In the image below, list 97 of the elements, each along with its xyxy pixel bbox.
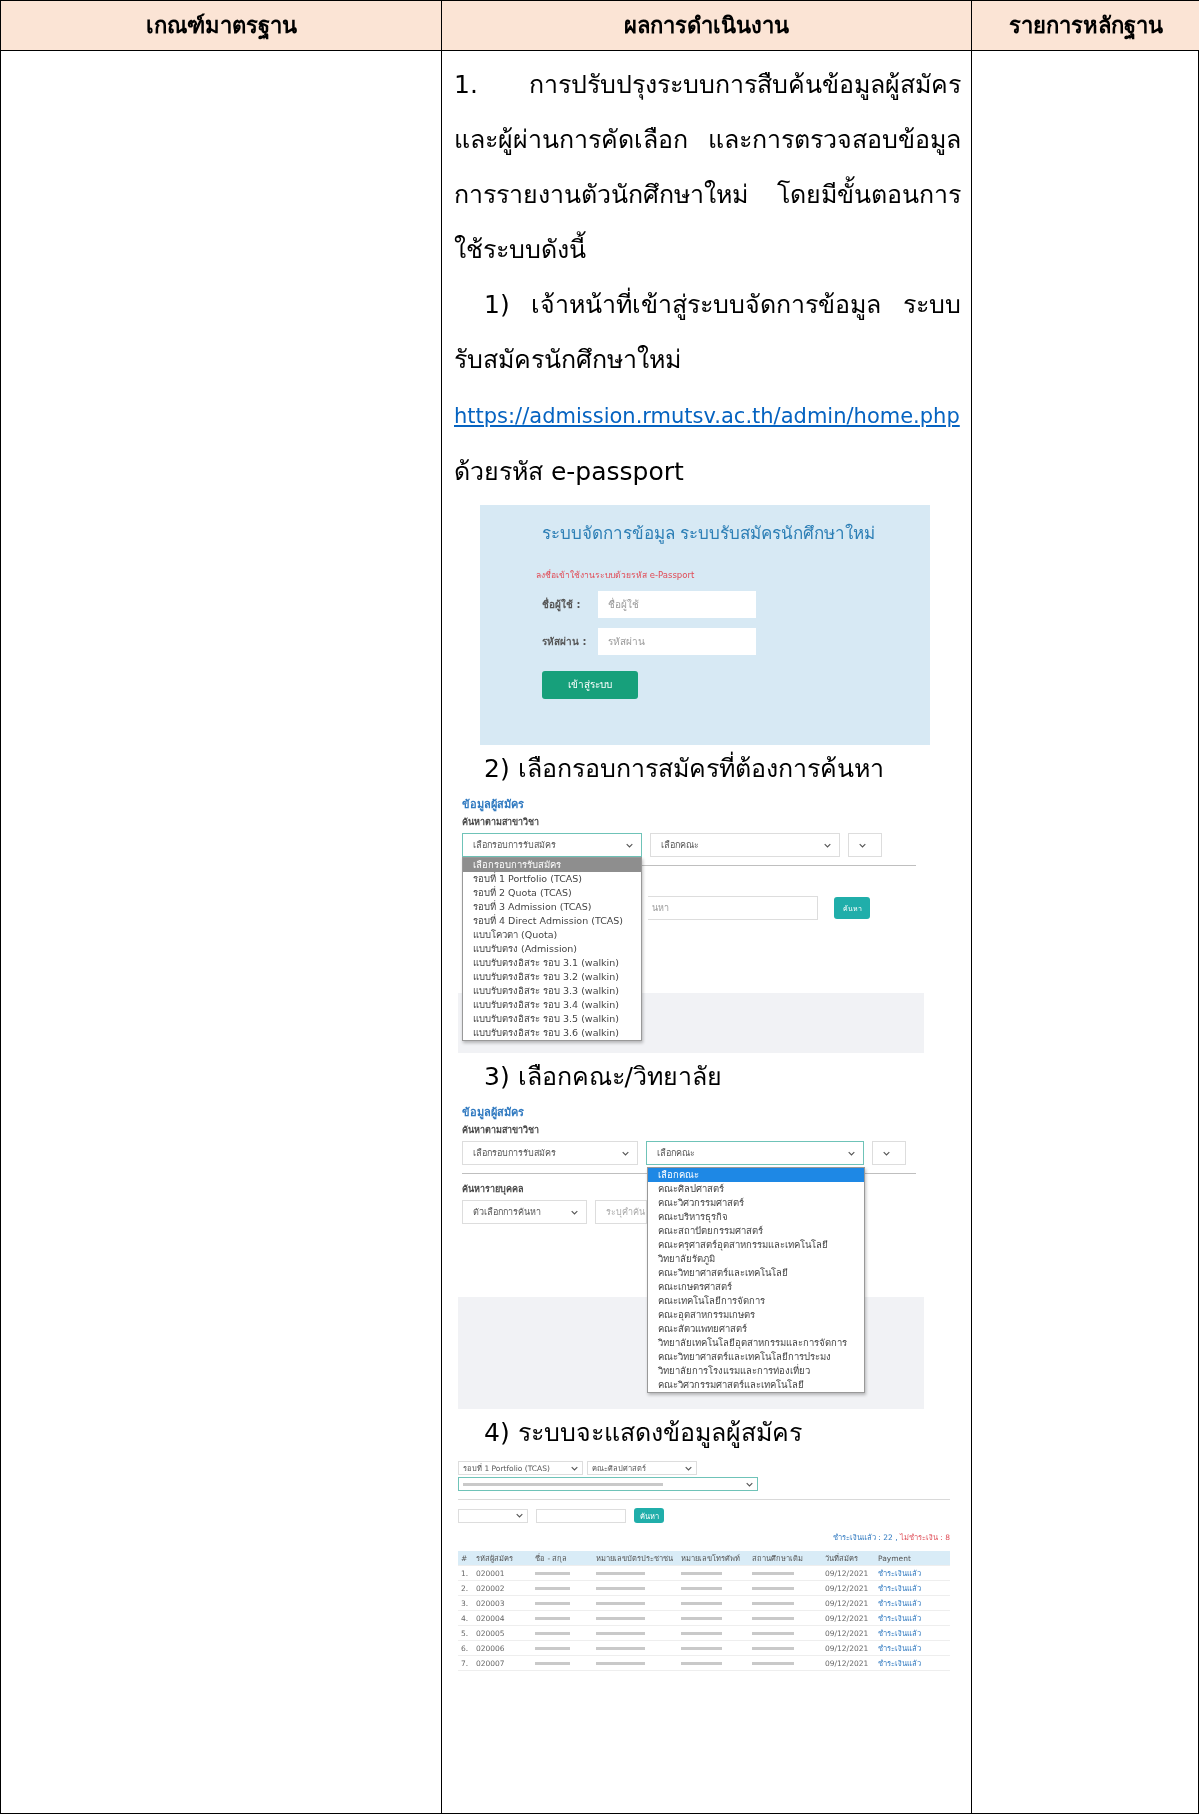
dropdown-option[interactable]: คณะศิลปศาสตร์ xyxy=(648,1182,864,1196)
illegible-text xyxy=(596,1616,646,1620)
illegible-text xyxy=(681,1586,722,1590)
illegible-text xyxy=(535,1586,570,1590)
illegible-text xyxy=(596,1646,646,1650)
select-field[interactable] xyxy=(872,1141,906,1165)
field-label: ชื่อผู้ใช้ : xyxy=(542,597,582,612)
section-subheading: ค้นหาตามสาขาวิชา xyxy=(462,816,539,829)
field-label: รหัสผ่าน : xyxy=(542,634,588,649)
dropdown-option[interactable]: คณะครุศาสตร์อุตสาหกรรมและเทคโนโลยี xyxy=(648,1238,864,1252)
illegible-text xyxy=(681,1571,722,1575)
dropdown-option[interactable]: คณะเทคโนโลยีการจัดการ xyxy=(648,1294,864,1308)
dropdown-option[interactable]: คณะอุตสาหกรรมเกษตร xyxy=(648,1308,864,1322)
select-field[interactable] xyxy=(848,833,882,857)
dropdown-option[interactable]: วิทยาลัยเทคโนโลยีอุตสาหกรรมและการจัดการ xyxy=(648,1336,864,1350)
illegible-text xyxy=(596,1571,646,1575)
dropdown-option[interactable]: รอบที่ 4 Direct Admission (TCAS) xyxy=(463,914,641,928)
dropdown-option[interactable]: วิทยาลัยรัตภูมิ xyxy=(648,1252,864,1266)
section-heading: ข้อมูลผู้สมัคร xyxy=(462,797,524,813)
select-field[interactable] xyxy=(458,1508,528,1523)
illegible-text xyxy=(752,1661,794,1665)
illegible-text xyxy=(596,1586,646,1590)
dropdown-option[interactable]: คณะวิทยาศาสตร์และเทคโนโลยีการประมง xyxy=(648,1350,864,1364)
illegible-text xyxy=(681,1661,722,1665)
illegible-text xyxy=(535,1631,570,1635)
chevron-icon xyxy=(883,1150,890,1156)
illegible-text xyxy=(535,1601,570,1605)
dropdown-option[interactable]: คณะวิทยาศาสตร์และเทคโนโลยี xyxy=(648,1266,864,1280)
dropdown-option[interactable]: คณะเกษตรศาสตร์ xyxy=(648,1280,864,1294)
illegible-text xyxy=(681,1601,722,1605)
chevron-icon xyxy=(824,842,831,848)
illegible-text xyxy=(752,1586,794,1590)
dropdown-option[interactable]: แบบรับตรงอิสระ รอบ 3.2 (walkin) xyxy=(463,970,641,984)
select-field[interactable]: เลือกคณะ xyxy=(650,833,840,857)
dropdown-option[interactable]: คณะบริหารธุรกิจ xyxy=(648,1210,864,1224)
illegible-text xyxy=(752,1601,794,1605)
illegible-text xyxy=(681,1646,722,1650)
select-field[interactable] xyxy=(458,1477,758,1491)
dropdown-option[interactable]: คณะวิศวกรรมศาสตร์ xyxy=(648,1196,864,1210)
notice-text: ลงชื่อเข้าใช้งานระบบด้วยรหัส e-Passport xyxy=(536,569,696,581)
column-header: รายการหลักฐาน xyxy=(972,1,1199,51)
illegible-text xyxy=(752,1646,794,1650)
dropdown-option[interactable]: รอบที่ 3 Admission (TCAS) xyxy=(463,900,641,914)
select-field[interactable]: เลือกรอบการรับสมัคร xyxy=(462,1141,638,1165)
step-text: 3) เลือกคณะ/วิทยาลัย xyxy=(483,1061,724,1093)
chevron-icon xyxy=(622,1150,629,1156)
dropdown-option[interactable]: คณะวิศวกรรมศาสตร์และเทคโนโลยี xyxy=(648,1378,864,1392)
illegible-text xyxy=(752,1616,794,1620)
dropdown-option[interactable]: แบบรับตรงอิสระ รอบ 3.1 (walkin) xyxy=(463,956,641,970)
illegible-text xyxy=(535,1571,570,1575)
input-field[interactable]: ชื่อผู้ใช้ xyxy=(598,591,756,618)
step-text: 2) เลือกรอบการสมัครที่ต้องการค้นหา xyxy=(454,749,961,789)
dropdown-option[interactable]: แบบรับตรง (Admission) xyxy=(463,942,641,956)
dropdown-option[interactable]: คณะสัตวแพทยศาสตร์ xyxy=(648,1322,864,1336)
illegible-text xyxy=(752,1571,794,1575)
chevron-icon xyxy=(859,842,866,848)
chevron-icon xyxy=(746,1481,753,1487)
dropdown-option[interactable]: รอบที่ 2 Quota (TCAS) xyxy=(463,886,641,900)
section-heading: ข้อมูลผู้สมัคร xyxy=(462,1105,524,1121)
paragraph: 1) เจ้าหน้าที่เข้าสู่ระบบจัดการข้อมูล ระบบรับสมัครนักศึกษาใหม่ https://admission.rmutsv.ac.th/admin/home.php ด้วยรหัส e-passport xyxy=(454,277,961,499)
dropdown-option[interactable]: แบบรับตรงอิสระ รอบ 3.6 (walkin) xyxy=(463,1026,641,1040)
dropdown-option[interactable]: รอบที่ 1 Portfolio (TCAS) xyxy=(463,872,641,886)
dropdown-option[interactable]: คณะสถาปัตยกรรมศาสตร์ xyxy=(648,1224,864,1238)
chevron-icon xyxy=(516,1513,523,1518)
chevron-icon xyxy=(685,1465,692,1471)
page-title: ระบบจัดการข้อมูล ระบบรับสมัครนักศึกษาใหม่ xyxy=(542,522,877,545)
select-field[interactable]: เลือกรอบการรับสมัคร xyxy=(462,833,642,857)
dropdown-option[interactable]: แบบรับตรงอิสระ รอบ 3.3 (walkin) xyxy=(463,984,641,998)
chevron-icon xyxy=(626,842,633,848)
illegible-text xyxy=(681,1616,722,1620)
link[interactable]: https://admission.rmutsv.ac.th/admin/home.php xyxy=(454,404,960,428)
input-field[interactable]: รหัสผ่าน xyxy=(598,628,756,655)
column-header: ผลการดำเนินงาน xyxy=(442,1,972,51)
illegible-text xyxy=(596,1631,646,1635)
select-field[interactable]: ตัวเลือกการค้นหา xyxy=(462,1200,587,1224)
search-field[interactable] xyxy=(536,1508,626,1523)
illegible-text xyxy=(535,1646,570,1650)
dropdown-option[interactable]: แบบรับตรงอิสระ รอบ 3.4 (walkin) xyxy=(463,998,641,1012)
section-subheading: ค้นหาตามสาขาวิชา xyxy=(462,1124,539,1137)
dropdown-option[interactable]: แบบโควตา (Quota) xyxy=(463,928,641,942)
chevron-icon xyxy=(848,1150,855,1156)
dropdown-option[interactable]: แบบรับตรงอิสระ รอบ 3.5 (walkin) xyxy=(463,1012,641,1026)
illegible-text xyxy=(596,1601,646,1605)
column-header: เกณฑ์มาตรฐาน xyxy=(1,1,442,51)
illegible-text xyxy=(535,1661,570,1665)
illegible-text xyxy=(535,1616,570,1620)
select-field[interactable]: เลือกคณะ xyxy=(646,1141,864,1165)
section-subheading: ค้นหารายบุคคล xyxy=(462,1183,524,1196)
chevron-icon xyxy=(571,1209,578,1215)
illegible-text xyxy=(752,1631,794,1635)
chevron-icon xyxy=(571,1465,578,1471)
illegible-text xyxy=(681,1631,722,1635)
step-text: 4) ระบบจะแสดงข้อมูลผู้สมัคร xyxy=(483,1417,803,1450)
paragraph: 1. การปรับปรุงระบบการสืบค้นข้อมูลผู้สมัครและผู้ผ่านการคัดเลือก และการตรวจสอบข้อมูลการรายงานตัวนักศึกษาใหม่ โดยมีขั้นตอนการใช้ระบบดังนี้ xyxy=(454,69,961,266)
dropdown-option[interactable]: เลือกคณะ xyxy=(648,1168,864,1182)
dropdown-option[interactable]: วิทยาลัยการโรงแรมและการท่องเที่ยว xyxy=(648,1364,864,1378)
illegible-text xyxy=(596,1661,646,1665)
